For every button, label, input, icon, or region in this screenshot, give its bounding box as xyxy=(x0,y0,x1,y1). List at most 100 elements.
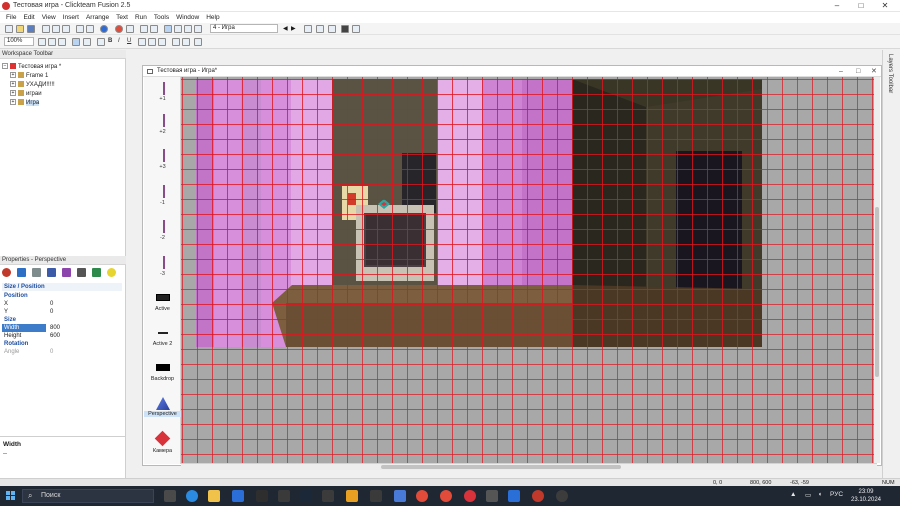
snap-icon[interactable] xyxy=(83,38,91,46)
backdrop-object-icon[interactable] xyxy=(156,364,170,371)
values-icon[interactable] xyxy=(62,268,71,277)
tree-item-frame4[interactable]: + Игра xyxy=(10,99,40,107)
app-icon[interactable] xyxy=(394,490,406,502)
to-back-icon[interactable] xyxy=(182,38,190,46)
layer-label[interactable]: +2 xyxy=(144,129,181,135)
horizontal-scrollbar[interactable] xyxy=(181,463,877,470)
prop-height[interactable]: Height 600 xyxy=(2,332,122,340)
grid-icon[interactable] xyxy=(72,38,80,46)
scroll-thumb[interactable] xyxy=(381,465,621,469)
start-button[interactable] xyxy=(6,491,16,501)
scroll-thumb[interactable] xyxy=(875,207,879,377)
copy-icon[interactable] xyxy=(52,25,60,33)
layer-label[interactable]: +3 xyxy=(144,164,181,170)
distribute-icon[interactable] xyxy=(194,38,202,46)
app-icon[interactable] xyxy=(556,490,568,502)
taskbar-search[interactable]: ⌕ Поиск xyxy=(22,489,154,503)
camera-object-icon[interactable] xyxy=(154,430,171,447)
clock[interactable]: 23:09 23.10.2024 xyxy=(846,488,886,504)
prop-width[interactable]: Width 800 xyxy=(2,324,122,332)
layer-label[interactable]: -3 xyxy=(144,271,181,277)
volume-icon[interactable]: ◖ xyxy=(818,491,822,498)
chrome-icon[interactable] xyxy=(440,490,452,502)
steam-icon[interactable] xyxy=(300,490,312,502)
object-label[interactable]: Perspective xyxy=(144,411,181,417)
frame-canvas[interactable] xyxy=(181,77,877,463)
underline-icon[interactable]: U xyxy=(127,38,131,44)
prev-frame-icon[interactable]: ◀ xyxy=(283,25,291,33)
tree-item-frame1[interactable]: + Frame 1 xyxy=(10,72,48,80)
save-icon[interactable] xyxy=(27,25,35,33)
menu-text[interactable]: Text xyxy=(116,14,128,21)
minimize-button[interactable]: – xyxy=(826,1,848,11)
object-label[interactable]: Active 2 xyxy=(144,341,181,347)
prop-angle[interactable]: Angle 0 xyxy=(2,348,122,356)
zoom-select[interactable]: 100% xyxy=(4,37,34,46)
hand-icon[interactable] xyxy=(38,38,46,46)
tray-arrow-icon[interactable]: ▲ xyxy=(790,491,796,498)
next-frame-icon[interactable]: ▶ xyxy=(291,25,299,33)
vertical-scrollbar[interactable] xyxy=(874,77,880,463)
runtime-icon[interactable] xyxy=(47,268,56,277)
align-right-icon[interactable] xyxy=(158,38,166,46)
frame-icon[interactable] xyxy=(126,25,134,33)
menu-arrange[interactable]: Arrange xyxy=(86,14,109,21)
menu-edit[interactable]: Edit xyxy=(23,14,34,21)
size-icon[interactable] xyxy=(32,268,41,277)
menu-tools[interactable]: Tools xyxy=(154,14,169,21)
app-icon[interactable] xyxy=(370,490,382,502)
layers-toolbar-tab[interactable]: Layers Toolbar xyxy=(887,54,893,93)
active2-object-icon[interactable] xyxy=(158,332,168,334)
debug-icon[interactable] xyxy=(328,25,336,33)
object-label[interactable]: Backdrop xyxy=(144,376,181,382)
open-folder-icon[interactable] xyxy=(16,25,24,33)
menu-run[interactable]: Run xyxy=(135,14,147,21)
tray-language[interactable]: РУС xyxy=(830,491,843,498)
italic-icon[interactable]: I xyxy=(118,38,120,44)
help-icon[interactable] xyxy=(100,25,108,33)
frame-editor-icon[interactable] xyxy=(150,25,158,33)
editor-close-button[interactable]: ✕ xyxy=(871,66,877,77)
frame-select[interactable]: 4 - Игра xyxy=(210,24,278,33)
movement-icon[interactable] xyxy=(92,268,101,277)
app-icon[interactable] xyxy=(278,490,290,502)
undo-icon[interactable] xyxy=(76,25,84,33)
tree-item-app[interactable]: − Тестовая игра * xyxy=(2,63,61,71)
editor-maximize-button[interactable]: □ xyxy=(856,66,860,77)
cut-icon[interactable] xyxy=(42,25,50,33)
task-view-icon[interactable] xyxy=(164,490,176,502)
expander-icon[interactable]: + xyxy=(10,99,16,106)
app-icon[interactable] xyxy=(346,490,358,502)
layer-label[interactable]: +1 xyxy=(144,96,181,102)
layer-label[interactable]: -1 xyxy=(144,200,181,206)
paint-icon[interactable] xyxy=(58,38,66,46)
chrome-icon[interactable] xyxy=(416,490,428,502)
pick-icon[interactable] xyxy=(48,38,56,46)
network-icon[interactable]: ▭ xyxy=(805,491,811,499)
perspective-object-icon[interactable] xyxy=(156,397,170,410)
settings-gear-icon[interactable] xyxy=(2,268,11,277)
edge-icon[interactable] xyxy=(186,490,198,502)
stop-run-icon[interactable] xyxy=(341,25,349,33)
prop-x[interactable]: X0 xyxy=(2,300,122,308)
app-icon[interactable] xyxy=(486,490,498,502)
about-icon[interactable] xyxy=(107,268,116,277)
bold-icon[interactable]: B xyxy=(108,38,112,44)
expander-icon[interactable]: + xyxy=(10,81,16,88)
align-center-icon[interactable] xyxy=(148,38,156,46)
align-left-icon[interactable] xyxy=(138,38,146,46)
prop-y[interactable]: Y0 xyxy=(2,308,122,316)
storyboard-icon[interactable] xyxy=(140,25,148,33)
expander-icon[interactable]: − xyxy=(2,63,8,70)
close-button[interactable]: ✕ xyxy=(874,1,896,11)
menu-window[interactable]: Window xyxy=(176,14,199,21)
menu-help[interactable]: Help xyxy=(206,14,219,21)
paste-icon[interactable] xyxy=(62,25,70,33)
explorer-icon[interactable] xyxy=(208,490,220,502)
stop-icon[interactable] xyxy=(115,25,123,33)
step-icon[interactable] xyxy=(352,25,360,33)
expander-icon[interactable]: + xyxy=(10,72,16,79)
run-app-icon[interactable] xyxy=(304,25,312,33)
expander-icon[interactable]: + xyxy=(10,90,16,97)
event-list-icon[interactable] xyxy=(174,25,182,33)
